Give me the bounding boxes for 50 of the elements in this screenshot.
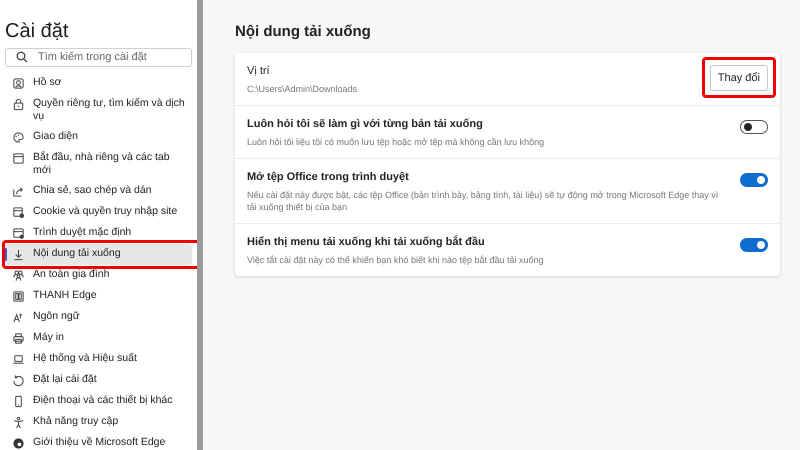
nav-item[interactable]: Máy in bbox=[5, 328, 192, 348]
nav-item[interactable]: Ngôn ngữ bbox=[5, 306, 192, 328]
language-icon bbox=[12, 311, 25, 324]
nav-item[interactable]: THANH Edge bbox=[5, 286, 192, 306]
setting-description: Việc tắt cài đặt này có thể khiến bạn khó biết khi nào tệp bắt đầu tải xuống bbox=[247, 254, 545, 266]
share-icon bbox=[12, 185, 25, 198]
nav-item[interactable]: Khả năng truy cập bbox=[5, 412, 192, 432]
setting-label: Luôn hỏi tôi sẽ làm gì với từng bản tải xuống bbox=[247, 118, 484, 130]
printer-icon bbox=[12, 332, 25, 345]
phone-icon bbox=[12, 395, 25, 408]
nav-item[interactable]: Chia sẻ, sao chép và dán bbox=[5, 180, 192, 202]
nav-item[interactable]: Hệ thống và Hiệu suất bbox=[5, 348, 192, 370]
nav-item[interactable]: Hồ sơ bbox=[5, 72, 192, 94]
search-field[interactable]: Tìm kiếm trong cài đặt bbox=[5, 48, 192, 66]
nav-item[interactable]: An toàn gia đình bbox=[5, 264, 192, 286]
download-icon bbox=[12, 248, 25, 261]
nav-item[interactable]: Giới thiệu về Microsoft Edge bbox=[5, 432, 192, 450]
setting-label: Mở tệp Office trong trình duyệt bbox=[247, 170, 410, 184]
nav-item[interactable]: Đặt lại cài đặt bbox=[5, 370, 192, 390]
lock-icon bbox=[12, 98, 25, 111]
sidebar-title: Cài đặt bbox=[5, 19, 70, 44]
panel-icon bbox=[12, 290, 25, 303]
setting-label: Hiển thị menu tải xuống khi tải xuống bắt đầu bbox=[247, 236, 486, 248]
setting-label: Vị trí bbox=[247, 64, 271, 78]
nav-item[interactable]: Cookie và quyền truy nhập site bbox=[5, 202, 192, 222]
home-tab-icon bbox=[12, 152, 25, 165]
toggle-switch[interactable] bbox=[740, 238, 768, 252]
accessibility-icon bbox=[12, 416, 25, 429]
setting-description: Nếu cài đặt này được bật, các tệp Office (bản trình bày, bảng tính, tài liệu) sẽ tự động mở trong Microsoft Edge thay vì tải xuống thiết bị của bạn bbox=[247, 188, 720, 212]
setting-description: Luôn hỏi tôi liệu tôi có muốn lưu tệp hoặc mở tệp mà không cần lưu không bbox=[247, 136, 546, 148]
nav-item[interactable]: Giao diện bbox=[5, 126, 192, 148]
nav-item[interactable]: Điện thoại và các thiết bị khác bbox=[5, 390, 192, 412]
toggle-switch[interactable] bbox=[740, 172, 768, 186]
scrollbar[interactable] bbox=[197, 0, 203, 450]
change-button[interactable]: Thay đổi bbox=[710, 64, 768, 91]
palette-icon bbox=[12, 131, 25, 144]
nav-item[interactable]: Trình duyệt mặc định bbox=[5, 222, 192, 244]
browser-icon bbox=[12, 227, 25, 240]
nav-item[interactable]: Bắt đầu, nhà riêng và các tab mới bbox=[5, 148, 192, 180]
nav-item[interactable]: Nội dung tải xuống bbox=[5, 244, 192, 264]
profile-icon bbox=[12, 77, 25, 90]
laptop-icon bbox=[12, 353, 25, 366]
setting-description: C:\Users\Admin\Downloads bbox=[247, 82, 358, 94]
search-icon bbox=[16, 51, 28, 64]
page-title: Nội dung tải xuống bbox=[235, 22, 372, 42]
reset-icon bbox=[12, 374, 25, 387]
selection-indicator bbox=[5, 248, 7, 260]
nav-item[interactable]: Quyền riêng tư, tìm kiếm và dịch vụ bbox=[5, 94, 192, 126]
toggle-switch[interactable] bbox=[740, 120, 768, 134]
family-icon bbox=[12, 269, 25, 282]
